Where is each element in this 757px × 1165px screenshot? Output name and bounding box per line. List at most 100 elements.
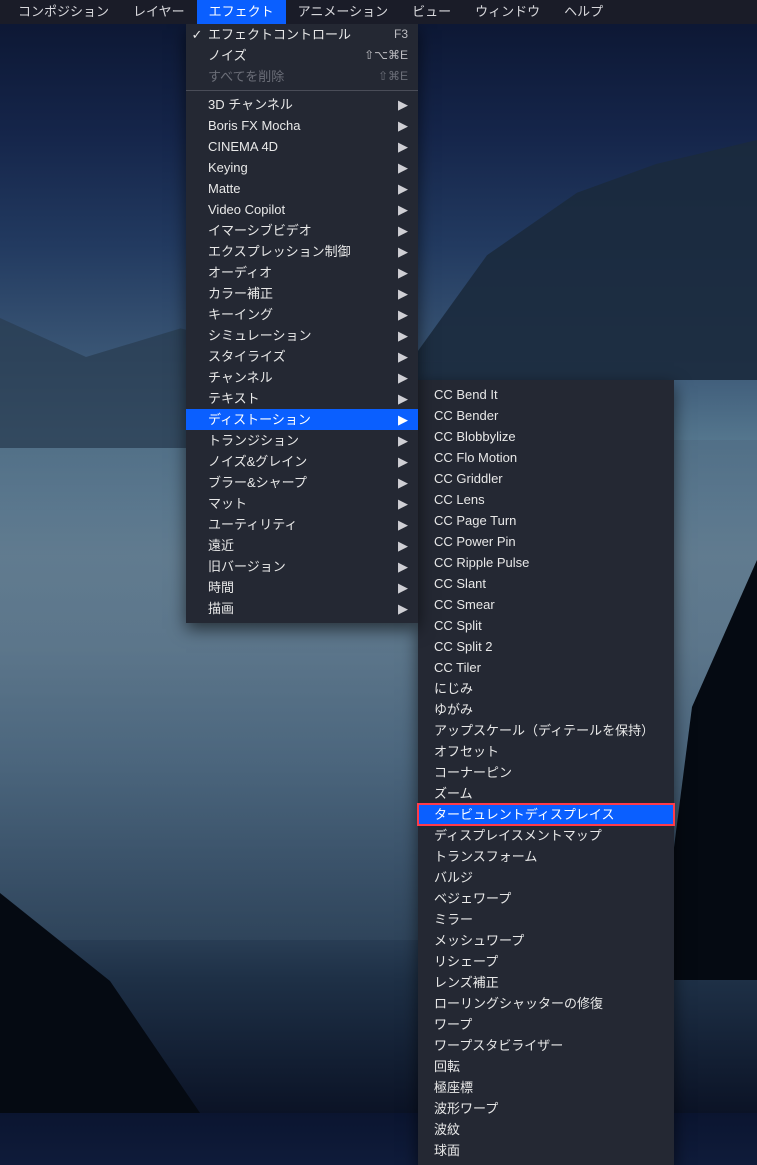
effect-top-1[interactable]: ノイズ⇧⌥⌘E	[186, 45, 418, 66]
effect-cat-4[interactable]: Matte▶	[186, 178, 418, 199]
distort-item-0[interactable]: CC Bend It	[418, 384, 674, 405]
distort-item-17[interactable]: オフセット	[418, 741, 674, 762]
distort-item-19[interactable]: ズーム	[418, 783, 674, 804]
menu-3[interactable]: アニメーション	[286, 0, 400, 24]
effect-cat-3[interactable]: Keying▶	[186, 157, 418, 178]
effect-cat-11[interactable]: シミュレーション▶	[186, 325, 418, 346]
menu-item-label: オーディオ	[208, 263, 394, 282]
effect-cat-10[interactable]: キーイング▶	[186, 304, 418, 325]
distort-item-36[interactable]: 球面	[418, 1140, 674, 1161]
submenu-arrow-icon: ▶	[394, 557, 408, 576]
distort-item-2[interactable]: CC Blobbylize	[418, 426, 674, 447]
distort-item-29[interactable]: ローリングシャッターの修復	[418, 993, 674, 1014]
submenu-arrow-icon: ▶	[394, 494, 408, 513]
menu-item-label: CINEMA 4D	[208, 137, 394, 156]
submenu-arrow-icon: ▶	[394, 179, 408, 198]
effect-cat-22[interactable]: 旧バージョン▶	[186, 556, 418, 577]
distort-item-22[interactable]: トランスフォーム	[418, 846, 674, 867]
distort-item-15[interactable]: ゆがみ	[418, 699, 674, 720]
menu-2[interactable]: エフェクト	[197, 0, 286, 24]
submenu-arrow-icon: ▶	[394, 515, 408, 534]
distort-item-1[interactable]: CC Bender	[418, 405, 674, 426]
distort-item-27[interactable]: リシェープ	[418, 951, 674, 972]
menu-item-shortcut: ⇧⌘E	[372, 67, 408, 86]
distort-item-7[interactable]: CC Power Pin	[418, 531, 674, 552]
menu-item-label: エフェクトコントロール	[208, 25, 388, 44]
menu-1[interactable]: レイヤー	[121, 0, 197, 24]
distort-item-34[interactable]: 波形ワープ	[418, 1098, 674, 1119]
effect-top-0[interactable]: ✓エフェクトコントロールF3	[186, 24, 418, 45]
effect-top-2: すべてを削除⇧⌘E	[186, 66, 418, 87]
menu-item-label: Video Copilot	[208, 200, 394, 219]
effect-cat-2[interactable]: CINEMA 4D▶	[186, 136, 418, 157]
distort-item-3[interactable]: CC Flo Motion	[418, 447, 674, 468]
distort-item-8[interactable]: CC Ripple Pulse	[418, 552, 674, 573]
menu-item-label: 描画	[208, 599, 394, 618]
effect-cat-9[interactable]: カラー補正▶	[186, 283, 418, 304]
effect-cat-23[interactable]: 時間▶	[186, 577, 418, 598]
submenu-arrow-icon: ▶	[394, 452, 408, 471]
submenu-arrow-icon: ▶	[394, 305, 408, 324]
distort-item-13[interactable]: CC Tiler	[418, 657, 674, 678]
distort-item-30[interactable]: ワープ	[418, 1014, 674, 1035]
submenu-arrow-icon: ▶	[394, 389, 408, 408]
distort-item-12[interactable]: CC Split 2	[418, 636, 674, 657]
distort-item-31[interactable]: ワープスタビライザー	[418, 1035, 674, 1056]
menu-item-label: すべてを削除	[208, 67, 372, 86]
check-icon: ✓	[186, 25, 208, 44]
submenu-arrow-icon: ▶	[394, 242, 408, 261]
distort-item-24[interactable]: ベジェワープ	[418, 888, 674, 909]
menu-separator	[186, 90, 418, 91]
menu-6[interactable]: ヘルプ	[552, 0, 615, 24]
effect-cat-18[interactable]: ブラー&シャープ▶	[186, 472, 418, 493]
effect-cat-17[interactable]: ノイズ&グレイン▶	[186, 451, 418, 472]
distort-item-5[interactable]: CC Lens	[418, 489, 674, 510]
distort-item-32[interactable]: 回転	[418, 1056, 674, 1077]
menu-5[interactable]: ウィンドウ	[463, 0, 552, 24]
effect-cat-24[interactable]: 描画▶	[186, 598, 418, 619]
distort-item-6[interactable]: CC Page Turn	[418, 510, 674, 531]
menu-bar: コンポジションレイヤーエフェクトアニメーションビューウィンドウヘルプ	[0, 0, 757, 24]
effect-cat-13[interactable]: チャンネル▶	[186, 367, 418, 388]
submenu-arrow-icon: ▶	[394, 578, 408, 597]
menu-0[interactable]: コンポジション	[6, 0, 121, 24]
menu-4[interactable]: ビュー	[400, 0, 463, 24]
menu-item-label: ブラー&シャープ	[208, 473, 394, 492]
menu-item-label: ユーティリティ	[208, 515, 394, 534]
menu-item-label: キーイング	[208, 305, 394, 324]
distort-item-16[interactable]: アップスケール（ディテールを保持）	[418, 720, 674, 741]
effect-cat-7[interactable]: エクスプレッション制御▶	[186, 241, 418, 262]
effect-cat-14[interactable]: テキスト▶	[186, 388, 418, 409]
effect-cat-19[interactable]: マット▶	[186, 493, 418, 514]
distort-item-26[interactable]: メッシュワープ	[418, 930, 674, 951]
menu-item-label: ノイズ&グレイン	[208, 452, 394, 471]
effect-cat-15[interactable]: ディストーション▶	[186, 409, 418, 430]
distort-item-33[interactable]: 極座標	[418, 1077, 674, 1098]
effect-cat-20[interactable]: ユーティリティ▶	[186, 514, 418, 535]
distort-item-35[interactable]: 波紋	[418, 1119, 674, 1140]
distort-item-11[interactable]: CC Split	[418, 615, 674, 636]
distort-item-9[interactable]: CC Slant	[418, 573, 674, 594]
distort-item-18[interactable]: コーナーピン	[418, 762, 674, 783]
menu-item-label: Matte	[208, 179, 394, 198]
submenu-arrow-icon: ▶	[394, 137, 408, 156]
distort-item-14[interactable]: にじみ	[418, 678, 674, 699]
effect-cat-0[interactable]: 3D チャンネル▶	[186, 94, 418, 115]
submenu-arrow-icon: ▶	[394, 221, 408, 240]
effect-cat-6[interactable]: イマーシブビデオ▶	[186, 220, 418, 241]
distort-item-23[interactable]: バルジ	[418, 867, 674, 888]
effect-cat-5[interactable]: Video Copilot▶	[186, 199, 418, 220]
effect-cat-12[interactable]: スタイライズ▶	[186, 346, 418, 367]
submenu-arrow-icon: ▶	[394, 431, 408, 450]
menu-item-label: ノイズ	[208, 46, 358, 65]
distort-item-25[interactable]: ミラー	[418, 909, 674, 930]
effect-cat-16[interactable]: トランジション▶	[186, 430, 418, 451]
effect-cat-21[interactable]: 遠近▶	[186, 535, 418, 556]
distort-item-10[interactable]: CC Smear	[418, 594, 674, 615]
distort-item-28[interactable]: レンズ補正	[418, 972, 674, 993]
effect-cat-1[interactable]: Boris FX Mocha▶	[186, 115, 418, 136]
distort-item-21[interactable]: ディスプレイスメントマップ	[418, 825, 674, 846]
effect-cat-8[interactable]: オーディオ▶	[186, 262, 418, 283]
distort-item-20[interactable]: タービュレントディスプレイス	[418, 804, 674, 825]
distort-item-4[interactable]: CC Griddler	[418, 468, 674, 489]
